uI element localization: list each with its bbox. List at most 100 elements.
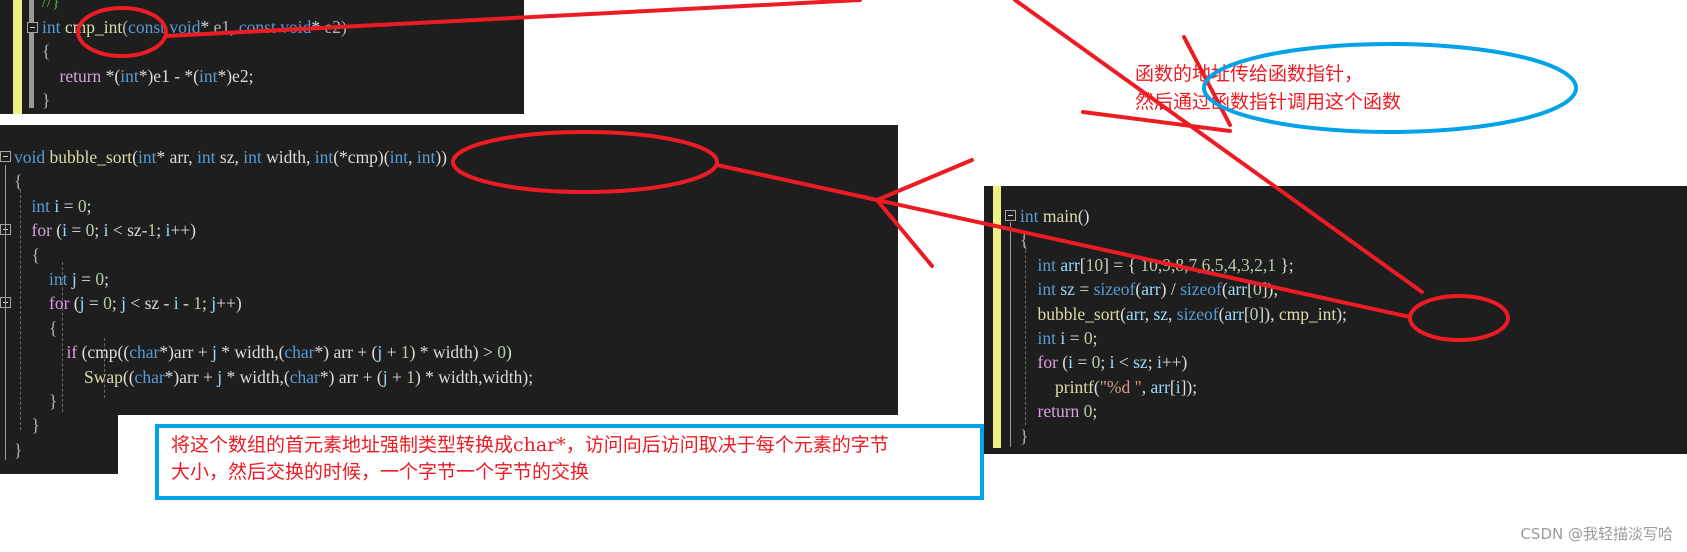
code-line[interactable]: } xyxy=(1020,424,1347,448)
watermark: CSDN @我轻描淡写哈 xyxy=(1520,525,1673,543)
code-line[interactable]: int cmp_int(const void* e1, const void* … xyxy=(42,15,347,39)
code-token: = xyxy=(76,268,96,289)
code-line[interactable]: int arr[10] = { 10,9,8,7,6,5,4,3,2,1 }; xyxy=(1020,253,1347,277)
code-line[interactable]: Swap((char*)arr + j * width,(char*) arr … xyxy=(14,365,533,389)
code-token: for xyxy=(49,293,70,314)
code-token: Swap xyxy=(84,366,123,387)
code-token: 0 xyxy=(95,268,105,289)
code-line[interactable]: } xyxy=(14,389,533,413)
code-line[interactable]: printf("%d ", arr[i]); xyxy=(1020,375,1347,399)
code-line[interactable]: int j = 0; xyxy=(14,267,533,291)
code-token: cmp_int xyxy=(64,17,123,37)
code-token: "%d " xyxy=(1099,376,1142,397)
code-token: + xyxy=(387,366,407,387)
code-token: ) * width,width); xyxy=(414,366,534,387)
code-line[interactable]: return *(int*)e1 - *(int*)e2; xyxy=(42,64,347,88)
code-token: ] = { xyxy=(1103,254,1141,275)
code-line[interactable]: { xyxy=(14,169,533,193)
code-token: bubble_sort xyxy=(49,147,133,167)
outline-guide xyxy=(5,165,6,460)
code-token: ++) xyxy=(1161,352,1188,373)
code-line[interactable]: { xyxy=(14,316,533,340)
char-cast-note-line-2: 大小，然后交换的时候，一个字节一个字节的交换 xyxy=(171,461,590,483)
code-token: for xyxy=(31,220,52,241)
code-line[interactable]: int i = 0; xyxy=(14,194,533,218)
code-token: int xyxy=(1037,279,1056,300)
code-token: - xyxy=(178,293,194,314)
code-token: , xyxy=(408,147,417,167)
code-line[interactable]: bubble_sort(arr, sz, sizeof(arr[0]), cmp… xyxy=(1020,302,1347,326)
code-block-bubble-sort[interactable]: void bubble_sort(int* arr, int sz, int w… xyxy=(14,145,533,462)
code-token: = xyxy=(84,293,104,314)
code-line[interactable]: { xyxy=(42,39,347,63)
code-line[interactable]: void bubble_sort(int* arr, int sz, int w… xyxy=(14,145,533,169)
code-line[interactable]: for (i = 0; i < sz; i++) xyxy=(1020,350,1347,374)
code-token: = xyxy=(59,195,78,216)
code-token: 0 xyxy=(77,195,87,216)
code-token: { xyxy=(1020,230,1029,251)
collapse-toggle-icon[interactable] xyxy=(0,151,11,162)
code-token: void xyxy=(280,17,312,37)
code-token: int xyxy=(314,147,334,167)
code-token: *)arr + xyxy=(164,366,218,387)
code-token: 1 xyxy=(193,293,202,314)
code-token: arr xyxy=(1150,376,1170,397)
code-token: ; xyxy=(1092,327,1098,348)
code-token: *) arr + ( xyxy=(319,366,383,387)
code-line[interactable]: if (cmp((char*)arr + j * width,(char*) a… xyxy=(14,340,533,364)
code-token: char xyxy=(289,366,320,387)
code-token: }; xyxy=(1275,254,1294,275)
code-token: sz xyxy=(1060,279,1075,300)
code-line[interactable]: int sz = sizeof(arr) / sizeof(arr[0]); xyxy=(1020,277,1347,301)
change-bar xyxy=(993,186,1001,448)
code-token: { xyxy=(49,317,58,338)
code-token: *( xyxy=(101,65,121,86)
code-block-main[interactable]: int main(){ int arr[10] = { 10,9,8,7,6,5… xyxy=(1020,204,1347,448)
code-token: (*cmp)( xyxy=(333,147,390,167)
code-token: int xyxy=(243,147,262,167)
code-comment: //} xyxy=(42,0,60,13)
code-token: const xyxy=(128,17,165,37)
code-token: * xyxy=(200,17,214,37)
code-line[interactable]: int i = 0; xyxy=(1020,326,1347,350)
code-line[interactable]: { xyxy=(14,243,533,267)
code-token: *) arr + ( xyxy=(314,342,378,363)
code-token: + xyxy=(382,342,401,363)
code-line[interactable]: int main() xyxy=(1020,204,1347,228)
code-block-cmp-int[interactable]: int cmp_int(const void* e1, const void* … xyxy=(42,15,347,113)
collapse-toggle-icon[interactable] xyxy=(27,22,38,33)
code-line[interactable]: for (j = 0; j < sz - i - 1; j++) xyxy=(14,291,533,315)
code-token: 0 xyxy=(103,293,112,314)
code-token: ; xyxy=(104,268,109,289)
char-cast-note-line-1: 将这个数组的首元素地址强制类型转换成char*，访问向后访问取决于每个元素的字节 xyxy=(171,434,889,456)
code-token: bubble_sort xyxy=(1037,303,1121,324)
code-line[interactable]: } xyxy=(42,88,347,112)
code-line[interactable]: for (i = 0; i < sz-1; i++) xyxy=(14,218,533,242)
code-token: int xyxy=(31,195,50,216)
code-token: *)arr + xyxy=(159,342,212,363)
code-token: int xyxy=(416,147,436,167)
code-token: int xyxy=(42,17,61,37)
outline-guide xyxy=(29,0,34,108)
code-token: * width,( xyxy=(216,342,285,363)
code-line[interactable]: return 0; xyxy=(1020,399,1347,423)
code-line[interactable]: { xyxy=(1020,228,1347,252)
code-token: * xyxy=(311,17,325,37)
code-token: (( xyxy=(122,366,135,387)
collapse-toggle-icon[interactable] xyxy=(1005,210,1016,221)
outline-guide xyxy=(1010,222,1011,447)
code-token: < sz - xyxy=(125,293,174,314)
code-token: ( xyxy=(69,293,80,314)
code-token: ); xyxy=(1336,303,1347,324)
code-token: sizeof xyxy=(1180,279,1222,300)
function-pointer-note: 函数的地址传给函数指针， 然后通过函数指针调用这个函数 xyxy=(1135,60,1401,116)
code-token: arr xyxy=(1224,303,1244,324)
